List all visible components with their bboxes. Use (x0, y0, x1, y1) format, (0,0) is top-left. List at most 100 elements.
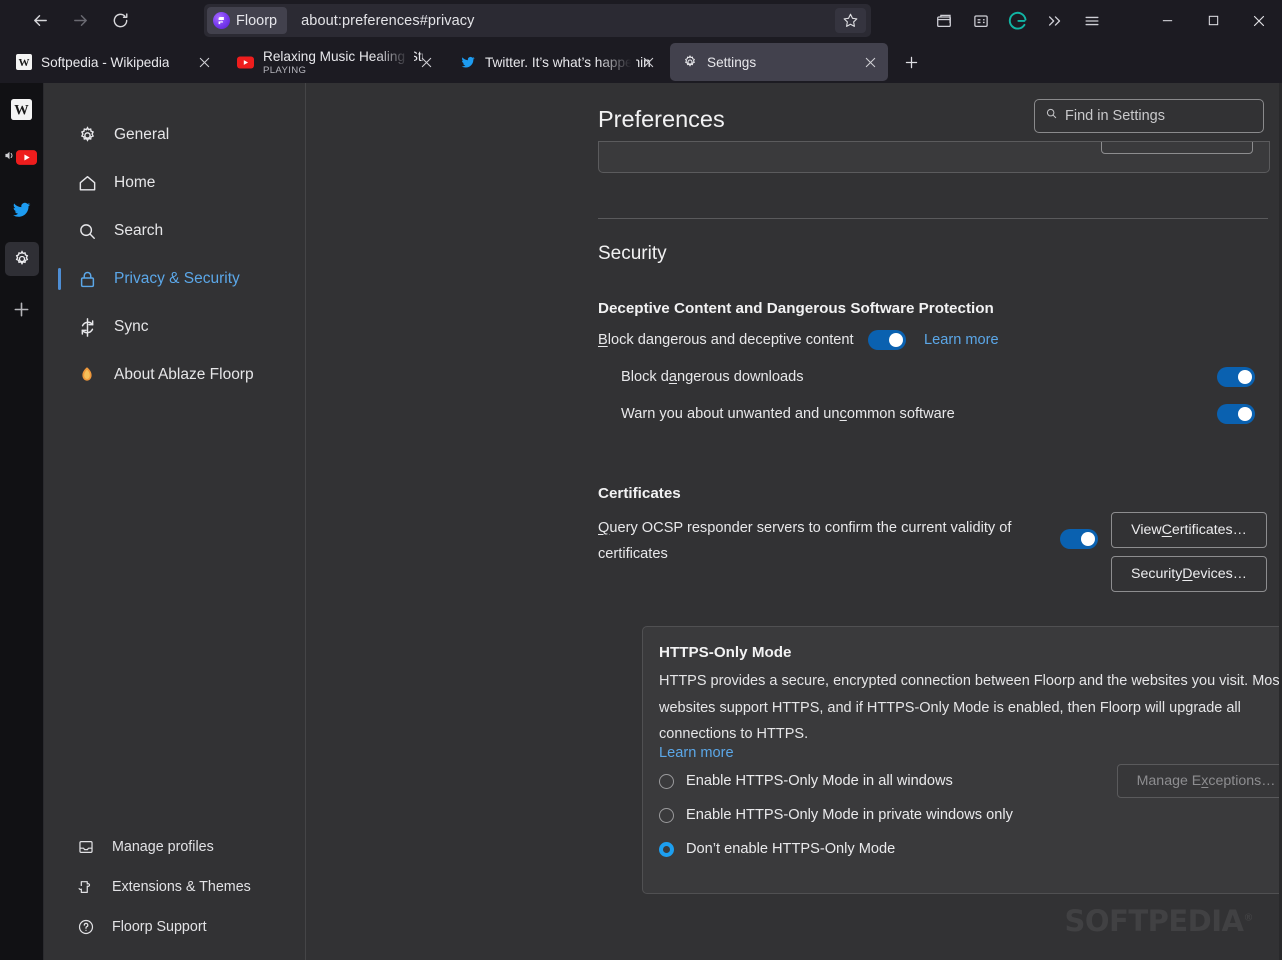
vertical-app-sidebar: W (0, 83, 44, 960)
sidebar-item-home[interactable]: Home (44, 159, 305, 207)
tab-title: Relaxing Music Healing Stress, A (263, 48, 423, 64)
radio-icon (659, 807, 674, 823)
svg-text:W: W (14, 102, 29, 118)
radio-label: Enable HTTPS-Only Mode in private window… (686, 807, 1013, 823)
hamburger-menu-icon[interactable] (1073, 5, 1110, 37)
new-tab-button[interactable] (895, 46, 928, 79)
tab-close-icon[interactable] (415, 51, 438, 74)
sidebar-app-settings[interactable] (4, 242, 39, 276)
identity-chip-label: Floorp (236, 12, 278, 29)
tab-strip: W Softpedia - Wikipedia Relaxing Music H… (0, 41, 1282, 83)
https-only-description: HTTPS provides a secure, encrypted conne… (659, 673, 1282, 742)
sidebar-item-label: Search (114, 222, 164, 239)
sidebar-item-about-ablaze-floorp[interactable]: About Ablaze Floorp (44, 351, 305, 399)
preferences-content: Preferences Find in Settings Security De… (306, 83, 1282, 960)
sidebar-app-wikipedia[interactable]: W (5, 92, 39, 126)
warn-unwanted-software-toggle[interactable] (1217, 404, 1255, 424)
sidebar-item-manage-profiles[interactable]: Manage profiles (44, 827, 305, 867)
browser-navigation-bar: Floorp about:preferences#privacy (0, 0, 1282, 41)
address-bar[interactable]: Floorp about:preferences#privacy (204, 4, 871, 37)
window-controls (1144, 0, 1282, 41)
tab-title: Settings (707, 54, 757, 70)
https-radio-private-windows[interactable]: Enable HTTPS-Only Mode in private window… (659, 807, 1013, 823)
sidebar-item-label: Home (114, 174, 156, 191)
sidebar-item-label: Floorp Support (112, 919, 207, 935)
youtube-icon (237, 54, 254, 71)
sidebar-item-search[interactable]: Search (44, 207, 305, 255)
scrolled-partial-button (1101, 142, 1253, 154)
https-only-learn-more-link[interactable]: Learn more (659, 745, 734, 761)
block-dangerous-content-label: Block dangerous and deceptive content (598, 332, 854, 348)
overflow-chevrons-icon[interactable] (1036, 5, 1073, 37)
deceptive-content-heading: Deceptive Content and Dangerous Software… (598, 300, 994, 317)
certificates-heading: Certificates (598, 485, 681, 502)
radio-label: Enable HTTPS-Only Mode in all windows (686, 773, 953, 789)
sidebar-app-youtube[interactable] (4, 142, 39, 176)
tab-settings[interactable]: Settings (670, 43, 888, 81)
sidebar-item-extensions-themes[interactable]: Extensions & Themes (44, 867, 305, 907)
tab-twitter[interactable]: Twitter. It’s what’s happening / T (448, 43, 666, 81)
https-radio-all-windows[interactable]: Enable HTTPS-Only Mode in all windows (659, 773, 953, 789)
warn-unwanted-software-label: Warn you about unwanted and uncommon sof… (621, 406, 955, 422)
reload-button[interactable] (103, 6, 137, 36)
sidebar-item-sync[interactable]: Sync (44, 303, 305, 351)
section-divider (598, 218, 1268, 219)
tab-close-icon[interactable] (193, 51, 216, 74)
radio-icon (659, 773, 674, 789)
sidebar-item-label: Extensions & Themes (112, 879, 251, 895)
tab-playing-status: PLAYING (263, 64, 307, 76)
search-icon (74, 221, 100, 242)
sidebar-app-twitter[interactable] (5, 192, 39, 226)
deceptive-learn-more-link[interactable]: Learn more (924, 332, 999, 348)
radio-icon-selected (659, 841, 674, 857)
tab-close-icon[interactable] (859, 51, 882, 74)
floorp-flame-icon (74, 365, 100, 385)
identity-chip[interactable]: Floorp (207, 7, 288, 34)
sidebar-item-label: About Ablaze Floorp (114, 366, 254, 383)
container-tabs-icon[interactable] (925, 5, 962, 37)
https-only-mode-card: HTTPS-Only Mode HTTPS provides a secure,… (642, 626, 1282, 894)
sidebar-item-privacy-security[interactable]: Privacy & Security (44, 255, 305, 303)
manage-exceptions-button[interactable]: Manage Ex ceptions… (1117, 764, 1282, 798)
ocsp-label: Query OCSP responder servers to confirm … (598, 520, 1012, 562)
view-certificates-button[interactable]: View Certificates… (1111, 512, 1267, 548)
search-input[interactable]: Find in Settings (1034, 99, 1264, 133)
tab-wikipedia[interactable]: W Softpedia - Wikipedia (4, 43, 222, 81)
sync-icon (74, 317, 100, 338)
help-circle-icon (74, 918, 98, 936)
tab-youtube[interactable]: Relaxing Music Healing Stress, A PLAYING (226, 43, 444, 81)
forward-button[interactable] (63, 6, 97, 36)
maximize-button[interactable] (1190, 0, 1236, 41)
minimize-button[interactable] (1144, 0, 1190, 41)
save-to-pocket-icon[interactable] (962, 5, 999, 37)
security-heading: Security (598, 243, 667, 264)
block-dangerous-content-toggle[interactable] (868, 330, 906, 350)
ocsp-toggle[interactable] (1060, 529, 1098, 549)
twitter-icon (459, 54, 476, 71)
https-radio-disabled[interactable]: Don’t enable HTTPS-Only Mode (659, 841, 895, 857)
star-icon[interactable] (835, 8, 866, 33)
block-dangerous-downloads-label: Block dangerous downloads (621, 369, 804, 385)
svg-text:W: W (18, 57, 29, 69)
sidebar-item-label: Manage profiles (112, 839, 214, 855)
profiles-icon (74, 838, 98, 856)
tab-title: Softpedia - Wikipedia (41, 54, 170, 70)
gear-icon (74, 125, 100, 146)
grammarly-icon[interactable] (999, 5, 1036, 37)
block-dangerous-downloads-toggle[interactable] (1217, 367, 1255, 387)
toolbar-extension-icons (925, 0, 1110, 41)
tab-close-icon[interactable] (637, 51, 660, 74)
close-button[interactable] (1236, 0, 1282, 41)
preferences-page: General Home Search Privacy & Security S… (44, 83, 1282, 960)
back-button[interactable] (23, 6, 57, 36)
https-only-heading: HTTPS-Only Mode (659, 644, 792, 661)
extensions-icon (74, 878, 98, 896)
sidebar-item-general[interactable]: General (44, 111, 305, 159)
security-devices-button[interactable]: Security Devices… (1111, 556, 1267, 592)
sidebar-add-button[interactable] (5, 292, 39, 326)
preferences-sidebar: General Home Search Privacy & Security S… (44, 83, 306, 960)
sidebar-item-floorp-support[interactable]: Floorp Support (44, 907, 305, 947)
preferences-nav-footer: Manage profiles Extensions & Themes Floo… (44, 827, 305, 947)
search-icon (1045, 107, 1058, 125)
sidebar-item-label: Privacy & Security (114, 270, 240, 287)
